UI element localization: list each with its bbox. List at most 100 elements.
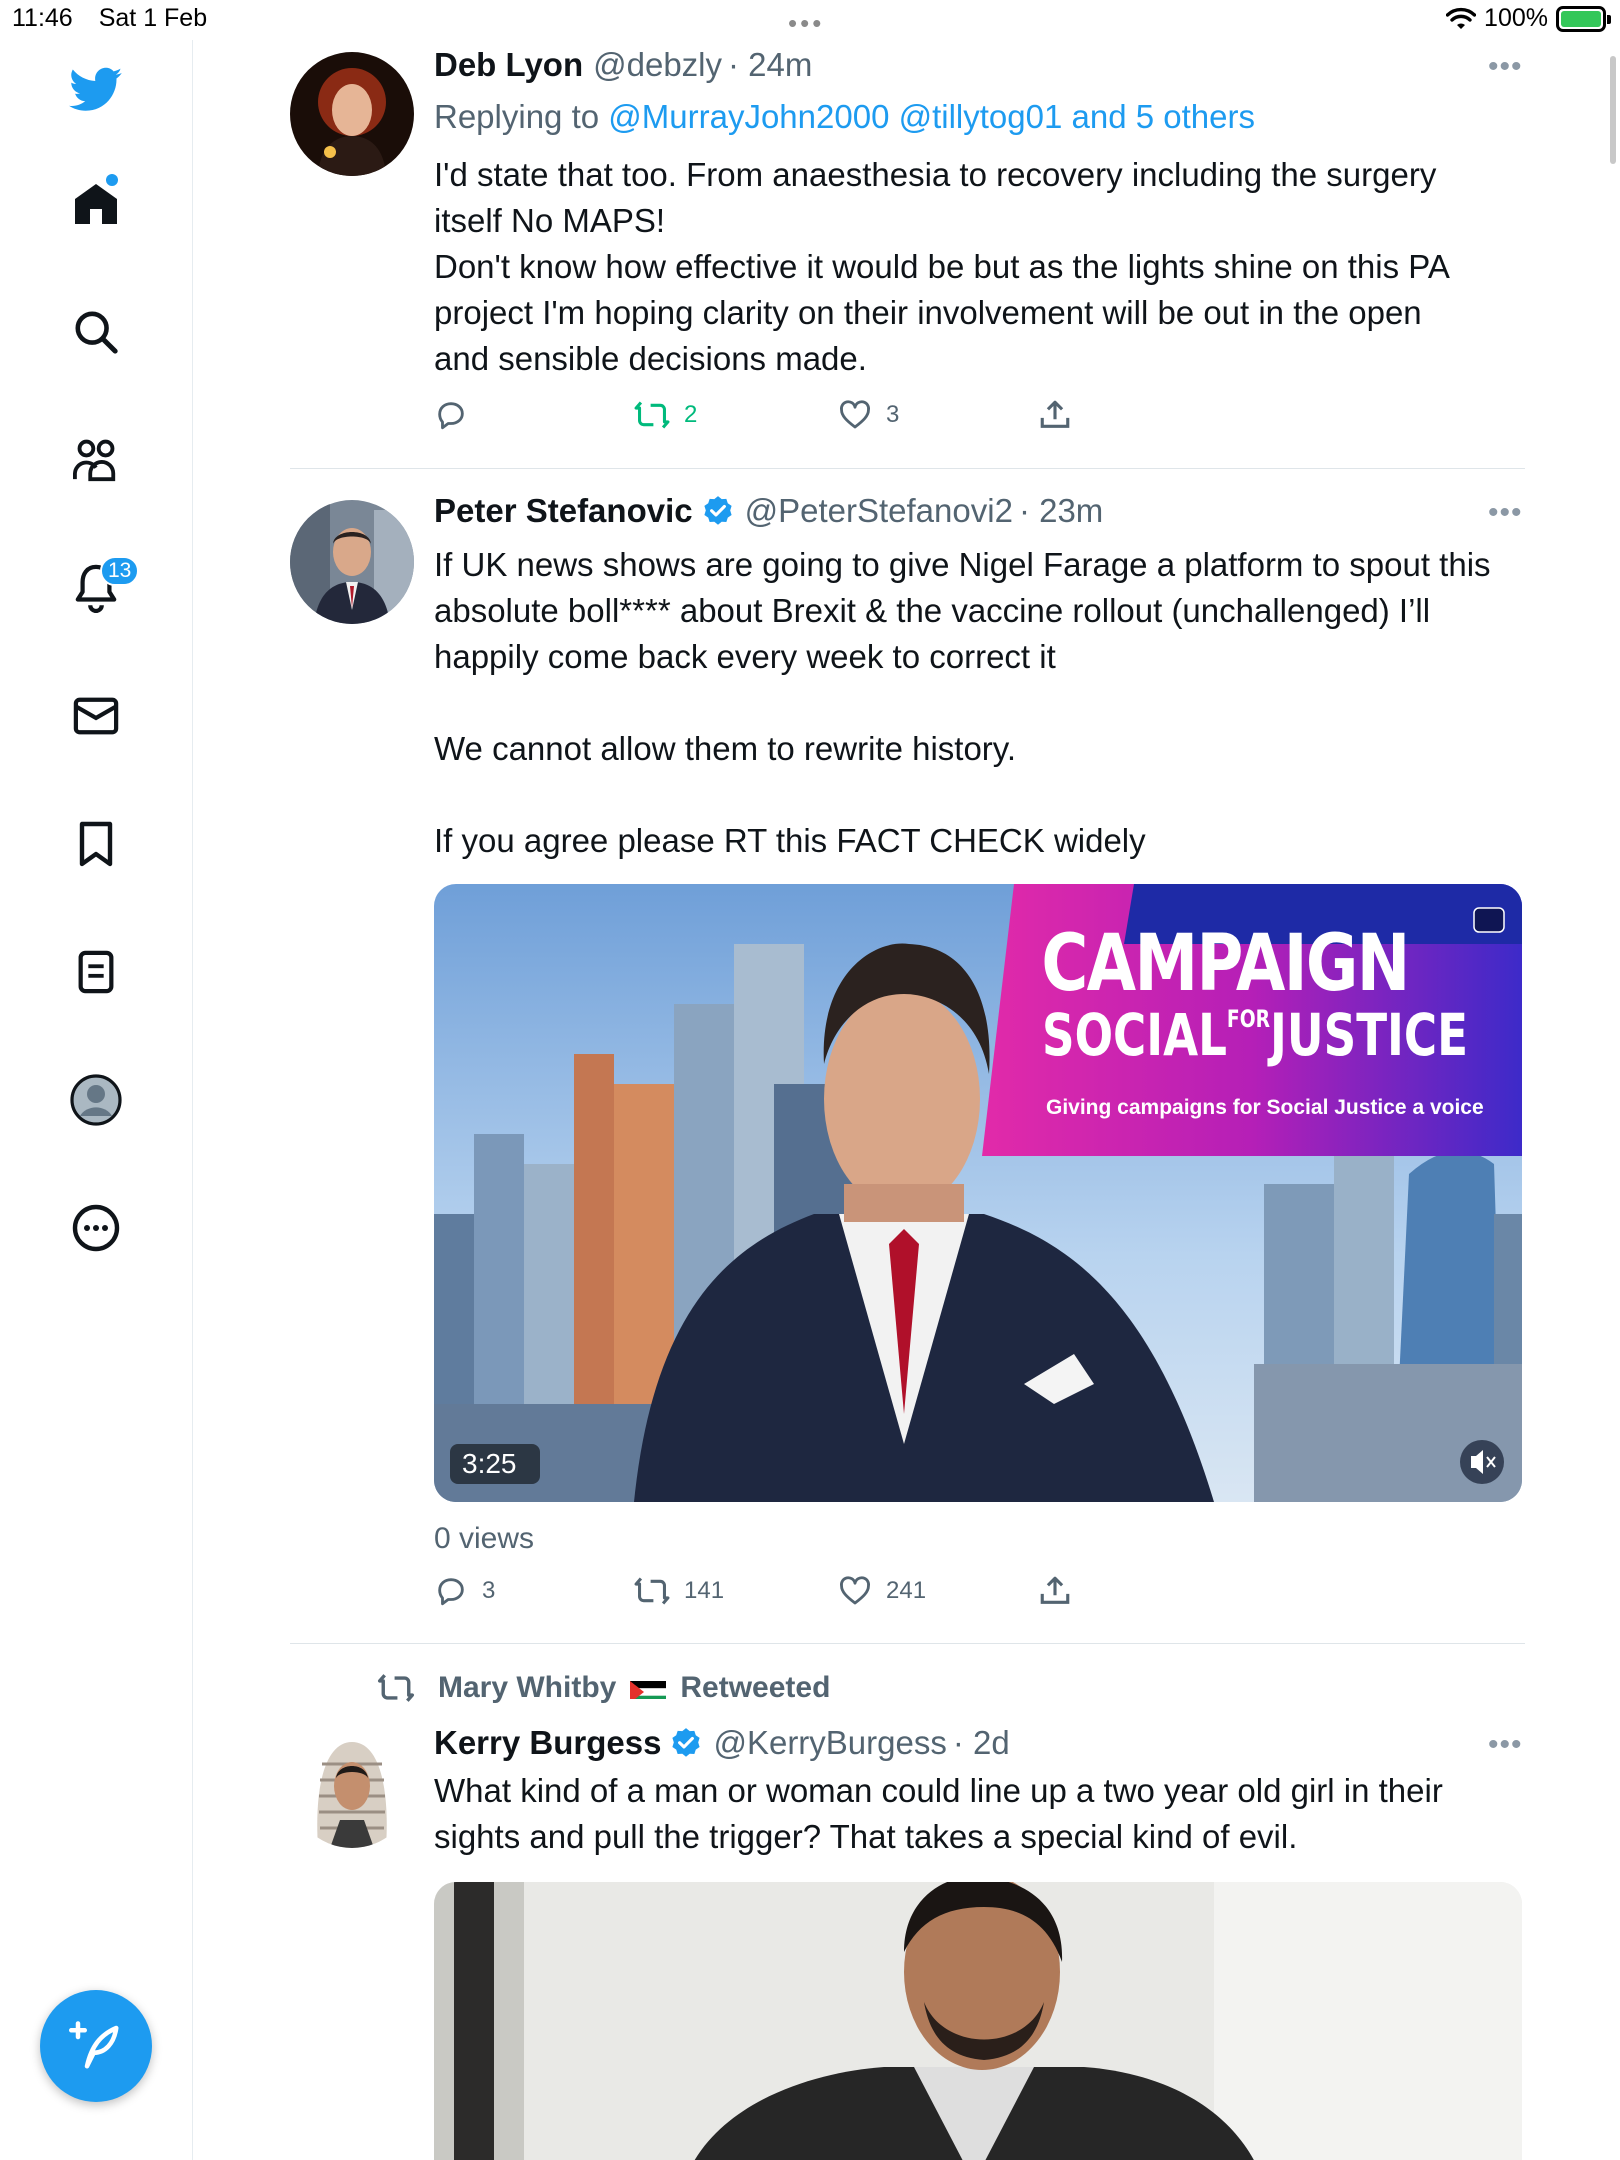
wifi-icon	[1446, 7, 1477, 29]
tweet-text-line: If you agree please RT this FACT CHECK w…	[434, 822, 1146, 859]
tweet-time: · 23m	[1018, 492, 1104, 529]
reply-icon	[438, 402, 464, 430]
tweet-text: What kind of a man or woman could line u…	[434, 1768, 1524, 1860]
share-button[interactable]	[1038, 398, 1072, 432]
reply-count: 3	[482, 1577, 496, 1604]
author-handle[interactable]: @debzly	[593, 46, 722, 84]
compose-feather-icon	[69, 2021, 119, 2069]
tweet-text-line: absolute boll**** about Brexit & the vac…	[434, 592, 1431, 629]
captions-icon[interactable]	[1472, 906, 1506, 934]
verified-badge-icon	[704, 496, 732, 525]
tweet-text-line: project I'm hoping clarity on their invo…	[434, 294, 1422, 331]
home-icon[interactable]	[64, 172, 128, 236]
author-handle[interactable]: @KerryBurgess	[713, 1724, 946, 1762]
reply-button[interactable]	[434, 398, 468, 432]
tweet-text-line: If UK news shows are going to give Nigel…	[434, 546, 1491, 583]
verified-badge-icon	[672, 1728, 701, 1757]
twitter-logo-icon[interactable]	[64, 58, 128, 122]
tweet-header: Peter Stefanovic @PeterStefanovi2 · 23m	[434, 492, 1103, 530]
tweet-divider	[290, 1643, 1525, 1644]
retweet-icon	[378, 1674, 414, 1702]
tweet-time: · 2d	[952, 1724, 1010, 1761]
retweet-count: 2	[684, 401, 698, 428]
tweet-text: If UK news shows are going to give Nigel…	[434, 542, 1524, 864]
search-icon[interactable]	[64, 300, 128, 364]
author-handle[interactable]: @PeterStefanovi2	[745, 492, 1013, 530]
tweet-actions: 3 141 241	[434, 1574, 1134, 1614]
home-unread-dot	[106, 174, 118, 186]
status-right: 100%	[1446, 4, 1611, 33]
battery-icon	[1556, 5, 1611, 32]
video-banner-title: CAMPAIGN	[1041, 919, 1410, 1009]
retweet-button[interactable]: 2	[634, 398, 697, 432]
tweet-text-line	[434, 772, 1524, 818]
like-button[interactable]: 3	[838, 398, 899, 432]
video-player[interactable]: CAMPAIGN SOCIAL FOR JUSTICE Giving campaig…	[434, 884, 1522, 1502]
tweet-text-line: I'd state that too. From anaesthesia to …	[434, 156, 1437, 193]
more-options-icon[interactable]: •••	[1488, 496, 1523, 530]
author-name[interactable]: Deb Lyon	[434, 46, 583, 84]
avatar-deb-lyon[interactable]	[290, 52, 414, 176]
avatar-kerry-burgess[interactable]	[290, 1724, 414, 1848]
tweet-image[interactable]	[434, 1882, 1522, 2160]
more-options-icon[interactable]: •••	[1488, 1728, 1523, 1762]
avatar-peter-stefanovic[interactable]	[290, 500, 414, 624]
tweet-text: I'd state that too. From anaesthesia to …	[434, 152, 1524, 382]
banner-sub-for: FOR	[1226, 1005, 1271, 1033]
banner-sub-right: JUSTICE	[1270, 1001, 1468, 1069]
mute-icon[interactable]	[1458, 1438, 1506, 1486]
view-count: 0 views	[434, 1522, 535, 1555]
video-banner-subtitle: SOCIAL FOR JUSTICE	[1042, 1004, 1468, 1066]
heart-icon	[840, 400, 870, 429]
battery-percent: 100%	[1484, 4, 1548, 32]
more-options-icon[interactable]: •••	[1488, 50, 1523, 84]
like-count: 3	[886, 401, 900, 428]
share-icon	[1040, 400, 1070, 428]
tweet-header: Kerry Burgess @KerryBurgess · 2d	[434, 1724, 1010, 1762]
tweet-divider	[290, 468, 1525, 469]
retweet-icon	[634, 1577, 670, 1605]
author-name[interactable]: Kerry Burgess	[434, 1724, 661, 1762]
share-button[interactable]	[1038, 1574, 1072, 1608]
video-banner-tagline: Giving campaigns for Social Justice a vo…	[1046, 1096, 1484, 1119]
tweet-time: · 24m	[728, 46, 813, 83]
scrollbar[interactable]	[1610, 56, 1616, 164]
multitasking-dots[interactable]: •••	[788, 8, 824, 39]
profile-icon[interactable]	[64, 1068, 128, 1132]
list-icon[interactable]	[64, 940, 128, 1004]
status-time-date: 11:46 Sat 1 Feb	[12, 4, 233, 33]
more-circle-icon[interactable]	[64, 1196, 128, 1260]
video-duration: 3:25	[462, 1448, 517, 1479]
retweeted-label: Retweeted	[680, 1671, 831, 1704]
tweet-text-line: and sensible decisions made.	[434, 340, 867, 377]
retweeted-by: Mary Whitby Retweeted	[376, 1671, 830, 1705]
reply-button[interactable]: 3	[434, 1574, 495, 1608]
author-name[interactable]: Peter Stefanovic	[434, 492, 693, 530]
tweet-text-line	[434, 680, 1524, 726]
banner-sub-left: SOCIAL	[1042, 1001, 1227, 1069]
status-date: Sat 1 Feb	[98, 4, 208, 32]
tweet-text-line: sights and pull the trigger? That takes …	[434, 1818, 1298, 1855]
compose-tweet-button[interactable]	[40, 1990, 152, 2102]
tweet-actions: 2 3	[434, 398, 1134, 438]
retweet-count: 141	[684, 1577, 725, 1604]
bookmark-icon[interactable]	[64, 812, 128, 876]
palestine-flag-icon	[630, 1677, 667, 1699]
like-count: 241	[886, 1577, 927, 1604]
replying-to-links[interactable]: @MurrayJohn2000 @tillytog01 and 5 others	[608, 98, 1255, 135]
retweeter-name[interactable]: Mary Whitby	[438, 1671, 616, 1705]
mail-icon[interactable]	[64, 684, 128, 748]
tweet-text-line: We cannot allow them to rewrite history.	[434, 730, 1017, 767]
communities-icon[interactable]	[64, 428, 128, 492]
retweet-icon	[634, 401, 670, 429]
like-button[interactable]: 241	[838, 1574, 926, 1608]
replying-to-label: Replying to	[434, 98, 600, 135]
replying-to: Replying to @MurrayJohn2000 @tillytog01 …	[434, 98, 1255, 136]
heart-icon	[840, 1576, 870, 1605]
status-time: 11:46	[12, 4, 73, 32]
tweet-header: Deb Lyon @debzly · 24m	[434, 46, 812, 84]
tweet-text-line: happily come back every week to correct …	[434, 638, 1056, 675]
retweet-button[interactable]: 141	[634, 1574, 724, 1608]
status-bar: 11:46 Sat 1 Feb ••• 100%	[0, 0, 1620, 40]
notifications-badge: 13	[100, 556, 140, 586]
